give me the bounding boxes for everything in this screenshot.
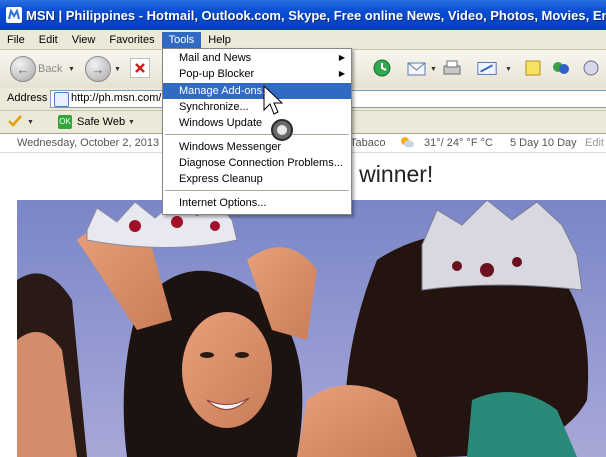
back-arrow-icon: ← [16, 61, 30, 77]
messenger-button[interactable] [550, 57, 572, 79]
menu-edit[interactable]: Edit [32, 32, 65, 48]
research-button[interactable] [580, 57, 602, 79]
menu-item-manage-add-ons[interactable]: Manage Add-ons... [163, 83, 351, 99]
menu-item-mail-and-news[interactable]: Mail and News ▶ [163, 50, 351, 66]
tools-menu: Mail and News ▶ Pop-up Blocker ▶ Manage … [162, 48, 352, 215]
menu-item-label: Windows Update [179, 117, 263, 129]
page-icon [54, 92, 69, 107]
temperature-text: 31°/ 24° °F °C [424, 137, 493, 149]
submenu-arrow-icon: ▶ [338, 53, 345, 62]
forecast-links[interactable]: 5 Day 10 Day [510, 137, 577, 149]
mail-icon [407, 62, 426, 76]
menu-item-windows-messenger[interactable]: Windows Messenger [163, 139, 351, 155]
menu-view[interactable]: View [65, 32, 103, 48]
menu-tools[interactable]: Tools [161, 31, 202, 48]
title-bar[interactable]: MSN | Philippines - Hotmail, Outlook.com… [0, 0, 606, 30]
menu-item-label: Internet Options... [179, 197, 267, 209]
menu-item-popup-blocker[interactable]: Pop-up Blocker ▶ [163, 66, 351, 82]
messenger-icon [553, 62, 569, 74]
address-url[interactable]: http://ph.msn.com/ [71, 92, 161, 104]
menu-item-synchronize[interactable]: Synchronize... [163, 99, 351, 115]
forward-arrow-icon: → [91, 61, 105, 77]
checkmark-dropdown-icon[interactable]: ▼ [27, 119, 34, 126]
edit-link[interactable]: Edit [585, 137, 604, 149]
history-icon [373, 59, 391, 77]
menu-item-label: Synchronize... [179, 101, 249, 113]
submenu-arrow-icon: ▶ [338, 69, 345, 78]
printer-icon [443, 60, 461, 75]
print-button[interactable] [441, 57, 463, 79]
msn-logo-icon [6, 7, 22, 23]
back-button[interactable]: ← [10, 56, 36, 82]
menu-item-label: Manage Add-ons... [179, 85, 272, 97]
menu-item-label: Diagnose Connection Problems... [179, 157, 343, 169]
back-dropdown-icon[interactable]: ▼ [68, 66, 75, 73]
safe-web-dropdown-icon[interactable]: ▼ [128, 119, 135, 126]
menu-favorites[interactable]: Favorites [102, 32, 161, 48]
mouse-cursor-icon [263, 84, 293, 141]
menu-item-express-cleanup[interactable]: Express Cleanup [163, 171, 351, 187]
menu-separator [165, 134, 349, 135]
stop-icon [135, 63, 145, 73]
mail-button[interactable] [406, 57, 428, 79]
safe-web-icon: OK [58, 115, 72, 129]
news-photo[interactable] [17, 200, 606, 457]
menu-item-diagnose-connection[interactable]: Diagnose Connection Problems... [163, 155, 351, 171]
safe-web-button[interactable]: Safe Web [77, 116, 125, 128]
menu-item-windows-update[interactable]: Windows Update [163, 115, 351, 131]
menu-item-label: Pop-up Blocker [179, 68, 255, 80]
menu-help[interactable]: Help [201, 32, 238, 48]
stop-button[interactable] [130, 58, 150, 78]
weather-icon [401, 137, 414, 148]
checkmark-icon[interactable] [7, 114, 23, 131]
menu-file[interactable]: File [0, 32, 32, 48]
menu-bar: File Edit View Favorites Tools Help [0, 30, 606, 50]
forward-dropdown-icon[interactable]: ▼ [114, 66, 121, 73]
note-icon [525, 60, 541, 76]
headline[interactable]: d winner! [340, 161, 433, 188]
history-button[interactable] [371, 57, 393, 79]
menu-separator [165, 190, 349, 191]
date-text: Wednesday, October 2, 2013 [17, 137, 160, 149]
research-icon [583, 60, 599, 76]
window-title: MSN | Philippines - Hotmail, Outlook.com… [26, 7, 606, 23]
edit-dropdown-icon[interactable]: ▼ [505, 66, 512, 73]
menu-item-label: Express Cleanup [179, 173, 263, 185]
discuss-button[interactable] [522, 57, 544, 79]
menu-item-internet-options[interactable]: Internet Options... [163, 195, 351, 211]
address-label: Address [7, 92, 48, 104]
menu-item-label: Mail and News [179, 52, 252, 64]
city-link[interactable]: Tabaco [350, 137, 385, 149]
back-label: Back [38, 63, 63, 75]
edit-button[interactable] [476, 57, 498, 79]
edit-page-icon [477, 62, 497, 75]
mail-dropdown-icon[interactable]: ▼ [430, 66, 437, 73]
forward-button[interactable]: → [85, 56, 111, 82]
